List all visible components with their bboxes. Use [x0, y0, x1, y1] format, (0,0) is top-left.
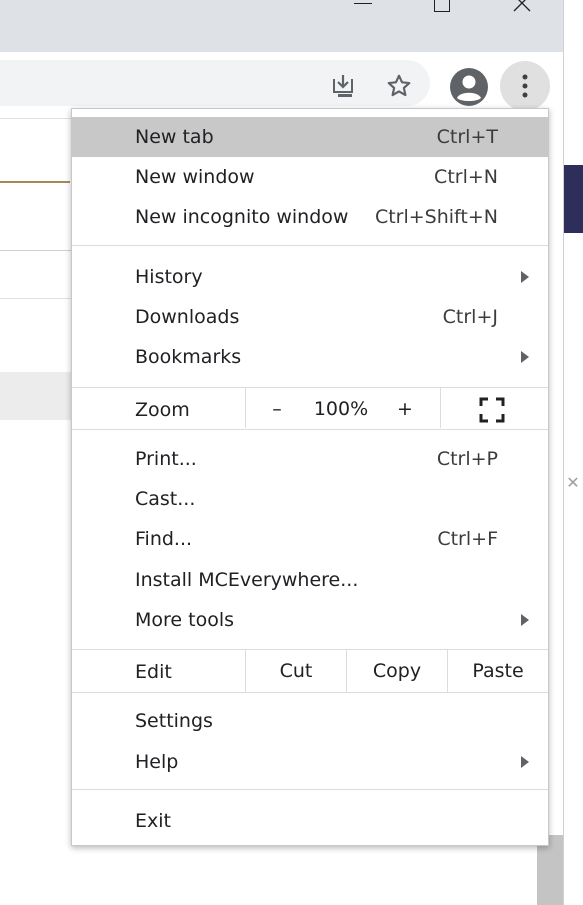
menu-item-install-mceverywhere[interactable]: Install MCEverywhere... — [72, 560, 548, 600]
paste-button[interactable]: Paste — [448, 651, 548, 691]
zoom-in-button[interactable]: + — [390, 389, 420, 429]
zoom-divider — [440, 388, 441, 428]
menu-item-shortcut: Ctrl+Shift+N — [374, 206, 498, 228]
more-vertical-icon[interactable] — [500, 61, 550, 111]
menu-item-label: Settings — [135, 710, 213, 732]
menu-item-label: Bookmarks — [135, 346, 242, 368]
zoom-out-button[interactable]: – — [262, 389, 292, 429]
profile-avatar-icon[interactable] — [448, 66, 490, 108]
toolbar — [0, 52, 563, 116]
menu-item-new-window[interactable]: New window Ctrl+N — [72, 157, 548, 197]
menu-item-exit[interactable]: Exit — [72, 801, 548, 841]
menu-item-shortcut: Ctrl+N — [434, 166, 498, 188]
menu-item-new-incognito-window[interactable]: New incognito window Ctrl+Shift+N — [72, 197, 548, 237]
menu-item-label: New tab — [135, 126, 214, 148]
menu-separator — [72, 429, 548, 430]
menu-item-label: Find... — [135, 528, 193, 550]
menu-item-shortcut: Ctrl+P — [436, 448, 498, 470]
minimize-icon[interactable] — [344, 0, 384, 20]
menu-item-bookmarks[interactable]: Bookmarks — [72, 337, 548, 377]
menu-item-shortcut: Ctrl+J — [442, 306, 498, 328]
menu-item-more-tools[interactable]: More tools — [72, 600, 548, 640]
install-app-icon[interactable] — [326, 69, 360, 103]
menu-item-find[interactable]: Find... Ctrl+F — [72, 519, 548, 559]
menu-item-label: Exit — [135, 810, 171, 832]
page-divider — [0, 250, 72, 251]
menu-item-print[interactable]: Print... Ctrl+P — [72, 439, 548, 479]
menu-item-label: Downloads — [135, 306, 240, 328]
page-accent-line — [0, 181, 70, 183]
menu-item-label: New incognito window — [135, 206, 349, 228]
menu-item-label: History — [135, 266, 203, 288]
menu-item-history[interactable]: History — [72, 257, 548, 297]
menu-item-label: New window — [135, 166, 255, 188]
menu-item-label: Cast... — [135, 488, 196, 510]
menu-item-cast[interactable]: Cast... — [72, 479, 548, 519]
title-bar — [0, 0, 563, 52]
menu-separator — [72, 387, 548, 388]
close-icon[interactable] — [502, 0, 542, 20]
menu-separator — [72, 789, 548, 790]
submenu-arrow-icon — [521, 614, 529, 626]
submenu-arrow-icon — [521, 756, 529, 768]
side-close-icon[interactable]: ✕ — [563, 470, 583, 494]
menu-item-downloads[interactable]: Downloads Ctrl+J — [72, 297, 548, 337]
menu-separator — [72, 692, 548, 693]
submenu-arrow-icon — [521, 351, 529, 363]
adjacent-window-edge — [563, 0, 583, 905]
cut-button[interactable]: Cut — [246, 651, 346, 691]
page-divider — [0, 298, 72, 299]
menu-item-new-tab[interactable]: New tab Ctrl+T — [72, 117, 548, 157]
menu-item-label: Print... — [135, 448, 197, 470]
menu-item-shortcut: Ctrl+T — [436, 126, 498, 148]
menu-item-settings[interactable]: Settings — [72, 701, 548, 741]
address-bar[interactable] — [0, 60, 430, 106]
menu-item-shortcut: Ctrl+F — [437, 528, 498, 550]
zoom-level: 100% — [313, 398, 369, 420]
menu-item-label: Help — [135, 751, 179, 773]
zoom-divider — [245, 388, 246, 428]
zoom-label: Zoom — [135, 399, 190, 421]
menu-separator — [72, 649, 548, 650]
fullscreen-icon[interactable] — [478, 396, 506, 424]
edit-label: Edit — [135, 661, 172, 683]
page-background-block — [0, 372, 72, 420]
maximize-icon[interactable] — [424, 0, 464, 20]
adjacent-window-banner — [564, 165, 583, 233]
menu-item-label: More tools — [135, 609, 235, 631]
bookmark-star-icon[interactable] — [382, 69, 416, 103]
submenu-arrow-icon — [521, 271, 529, 283]
copy-button[interactable]: Copy — [347, 651, 447, 691]
menu-item-label: Install MCEverywhere... — [135, 569, 359, 591]
menu-item-help[interactable]: Help — [72, 742, 548, 782]
chrome-main-menu: New tab Ctrl+T New window Ctrl+N New inc… — [71, 108, 549, 846]
page-divider — [0, 118, 72, 119]
menu-separator — [72, 245, 548, 246]
